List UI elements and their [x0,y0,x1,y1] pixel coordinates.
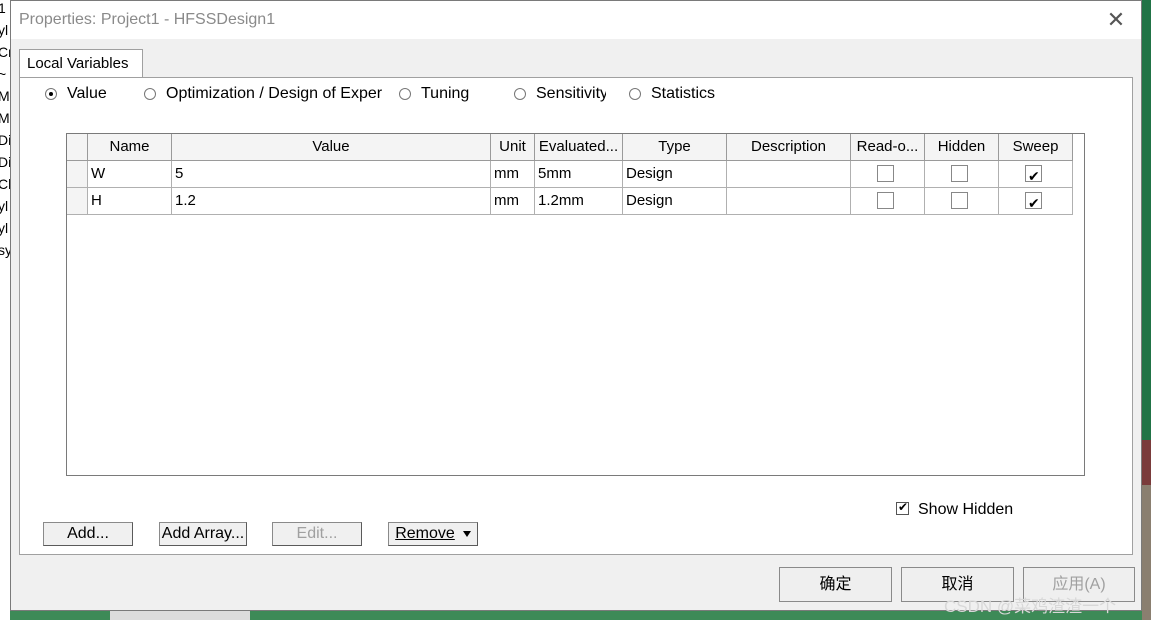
hidden-checkbox[interactable] [951,192,968,209]
column-header-readonly[interactable]: Read-o... [851,134,925,161]
row-selector[interactable] [67,188,88,215]
column-header-type[interactable]: Type [623,134,727,161]
close-icon[interactable]: ✕ [1103,7,1129,33]
tab-label: Local Variables [27,55,129,72]
ok-button[interactable]: 确定 [779,567,892,602]
background-fragment: yl [0,22,9,38]
radio-label: Value [67,85,107,102]
title-bar[interactable]: Properties: Project1 - HFSSDesign1 ✕ [11,1,1141,39]
background-fragment: 1 [0,0,6,16]
cell-type[interactable]: Design [623,161,727,188]
column-header-unit[interactable]: Unit [491,134,535,161]
cell-type[interactable]: Design [623,188,727,215]
cell-evaluated: 1.2mm [535,188,623,215]
cell-name[interactable]: H [88,188,172,215]
cell-value[interactable]: 5 [172,161,491,188]
table-row[interactable]: H 1.2 mm 1.2mm Design [67,188,1073,215]
cell-hidden [925,188,999,215]
readonly-checkbox[interactable] [877,165,894,182]
column-header-value[interactable]: Value [172,134,491,161]
radio-dot-icon [629,88,641,100]
radio-label: Tuning [421,85,470,102]
cell-readonly [851,161,925,188]
cell-value[interactable]: 1.2 [172,188,491,215]
remove-label: Remove [395,525,455,542]
background-fragment: sy [0,242,10,258]
radio-dot-icon [45,88,57,100]
show-hidden-label: Show Hidden [918,501,1014,518]
variables-table[interactable]: Name Value Unit Evaluated... Type Descri… [66,133,1085,476]
radio-label: Optimization / Design of Exper [166,85,383,102]
tab-local-variables[interactable]: Local Variables [19,49,143,78]
column-header-hidden[interactable]: Hidden [925,134,999,161]
radio-statistics[interactable]: Statistics [629,85,739,105]
watermark: CSDN @菜鸡渣渣一个 [944,597,1117,616]
background-app-left: 1 yl Cr ~ MM Di Di Cl yl yl sy [0,0,10,620]
cell-readonly [851,188,925,215]
radio-label: Sensitivity [536,85,606,102]
column-header-name[interactable]: Name [88,134,172,161]
table-header: Name Value Unit Evaluated... Type Descri… [67,134,1086,161]
radio-tuning[interactable]: Tuning [399,85,489,105]
radio-sensitivity[interactable]: Sensitivity [514,85,609,105]
row-selector[interactable] [67,161,88,188]
hidden-checkbox[interactable] [951,165,968,182]
edit-button[interactable]: Edit... [272,522,362,546]
cell-description[interactable] [727,161,851,188]
cell-unit[interactable]: mm [491,188,535,215]
readonly-checkbox[interactable] [877,192,894,209]
cell-evaluated: 5mm [535,161,623,188]
remove-button[interactable]: Remove [388,522,478,546]
column-header-description[interactable]: Description [727,134,851,161]
background-fragment: yl [0,198,9,214]
cell-unit[interactable]: mm [491,161,535,188]
cell-name[interactable]: W [88,161,172,188]
background-fragment: M [0,88,10,104]
background-fragment: M [0,110,10,126]
table-row[interactable]: W 5 mm 5mm Design [67,161,1073,188]
add-button[interactable]: Add... [43,522,133,546]
checkbox-icon [896,500,909,515]
cell-description[interactable] [727,188,851,215]
background-fragment: Di [0,154,10,170]
column-header-sweep[interactable]: Sweep [999,134,1073,161]
column-header-evaluated[interactable]: Evaluated... [535,134,623,161]
radio-optimization[interactable]: Optimization / Design of Exper [144,85,392,105]
radio-label: Statistics [651,85,716,102]
cell-hidden [925,161,999,188]
sweep-checkbox[interactable] [1025,190,1042,214]
background-fragment: yl [0,220,9,236]
sweep-checkbox[interactable] [1025,163,1042,187]
background-fragment: Di [0,132,10,148]
cell-sweep [999,188,1073,215]
cell-sweep [999,161,1073,188]
dropdown-arrow-icon [462,530,471,537]
dialog-title: Properties: Project1 - HFSSDesign1 [19,11,276,28]
row-selector-header [67,134,88,161]
background-fragment: Cr [0,44,10,60]
radio-dot-icon [144,88,156,100]
background-fragment: ~ [0,66,7,82]
radio-dot-icon [399,88,411,100]
radio-dot-icon [514,88,526,100]
background-fragment: Cl [0,176,10,192]
background-app-right [1142,0,1151,620]
properties-dialog: Properties: Project1 - HFSSDesign1 ✕ Loc… [10,0,1142,611]
add-array-button[interactable]: Add Array... [159,522,247,546]
radio-value[interactable]: Value [45,85,125,105]
